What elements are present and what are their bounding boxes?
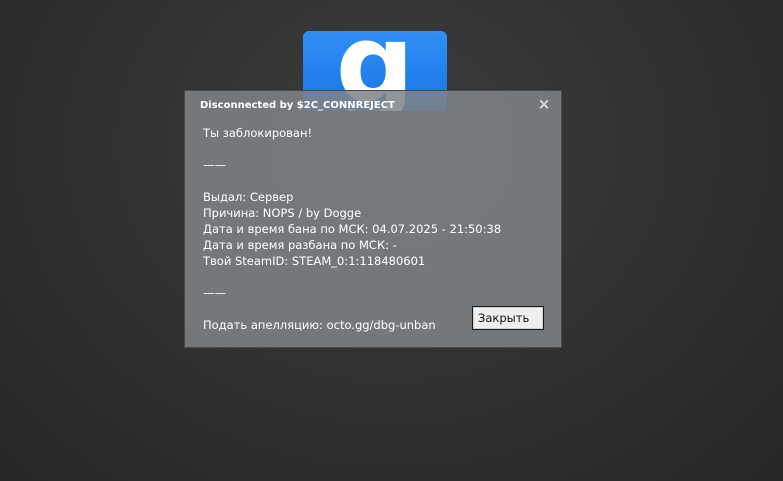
dialog-message: Ты заблокирован! —— Выдал: Сервер Причин… [203,125,543,333]
message-unban-date: Дата и время разбана по МСК: - [203,238,397,252]
message-divider: —— [203,286,226,300]
close-button[interactable]: Закрыть [472,306,544,330]
message-divider: —— [203,158,226,172]
message-issuer: Выдал: Сервер [203,190,294,204]
message-reason: Причина: NOPS / by Dogge [203,206,362,220]
dialog-title: Disconnected by $2C_CONNREJECT [200,100,395,111]
message-steam-id: Твой SteamID: STEAM_0:1:118480601 [203,254,426,268]
message-line-banned: Ты заблокирован! [203,126,313,140]
message-ban-date: Дата и время бана по МСК: 04.07.2025 - 2… [203,222,502,236]
close-icon[interactable]: × [536,96,552,112]
disconnect-dialog: Disconnected by $2C_CONNREJECT × Ты забл… [184,90,562,348]
